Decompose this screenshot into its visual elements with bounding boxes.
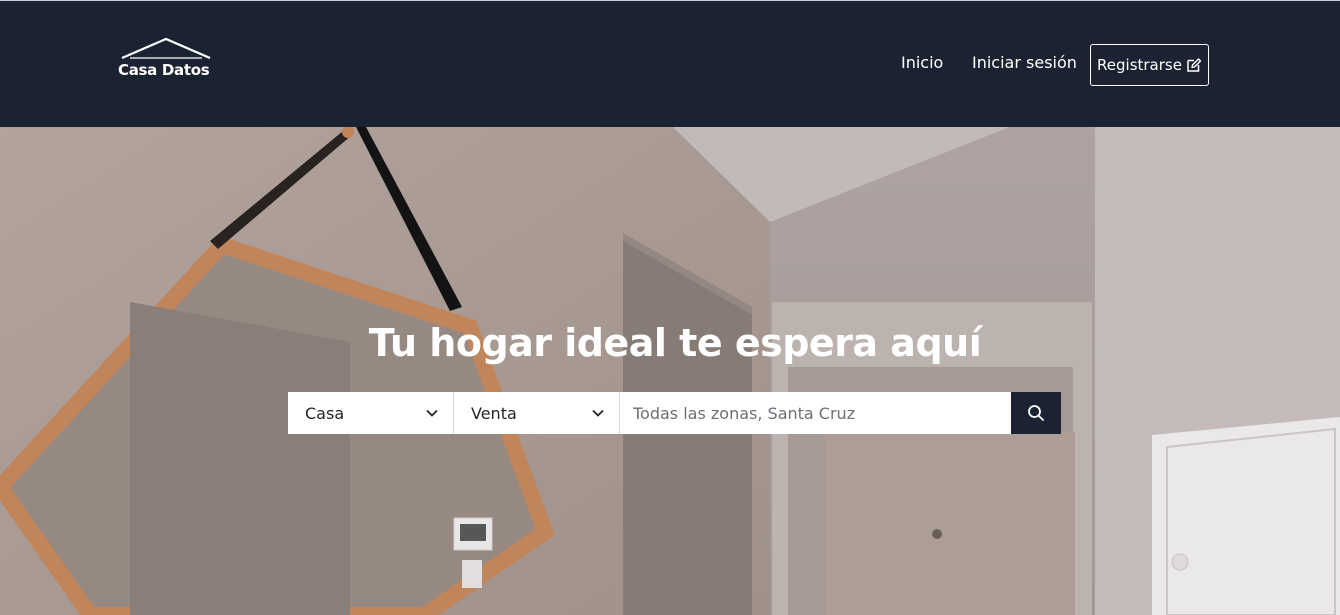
top-navbar: Casa Datos Inicio Iniciar sesión Registr… xyxy=(0,0,1340,127)
location-search-input[interactable] xyxy=(620,392,1011,434)
nav-login-link[interactable]: Iniciar sesión xyxy=(972,53,1077,72)
property-type-select[interactable]: Casa xyxy=(288,392,454,434)
register-label: Registrarse xyxy=(1097,56,1182,74)
edit-icon xyxy=(1187,58,1202,72)
chevron-down-icon xyxy=(592,409,604,417)
brand-logo[interactable]: Casa Datos xyxy=(118,37,218,81)
hero-background-image xyxy=(0,127,1340,615)
register-button[interactable]: Registrarse xyxy=(1090,44,1209,86)
hero-title: Tu hogar ideal te espera aquí xyxy=(368,321,982,365)
chevron-down-icon xyxy=(426,409,438,417)
operation-select[interactable]: Venta xyxy=(454,392,620,434)
house-roof-icon xyxy=(121,37,211,59)
brand-name: Casa Datos xyxy=(118,61,210,79)
property-search-form: Casa Venta xyxy=(288,392,1061,434)
operation-value: Venta xyxy=(471,403,517,423)
search-icon xyxy=(1028,405,1044,421)
nav-home-link[interactable]: Inicio xyxy=(901,53,943,72)
hero-section: Tu hogar ideal te espera aquí Casa Venta xyxy=(0,127,1340,615)
search-button[interactable] xyxy=(1011,392,1061,434)
property-type-value: Casa xyxy=(305,403,345,423)
